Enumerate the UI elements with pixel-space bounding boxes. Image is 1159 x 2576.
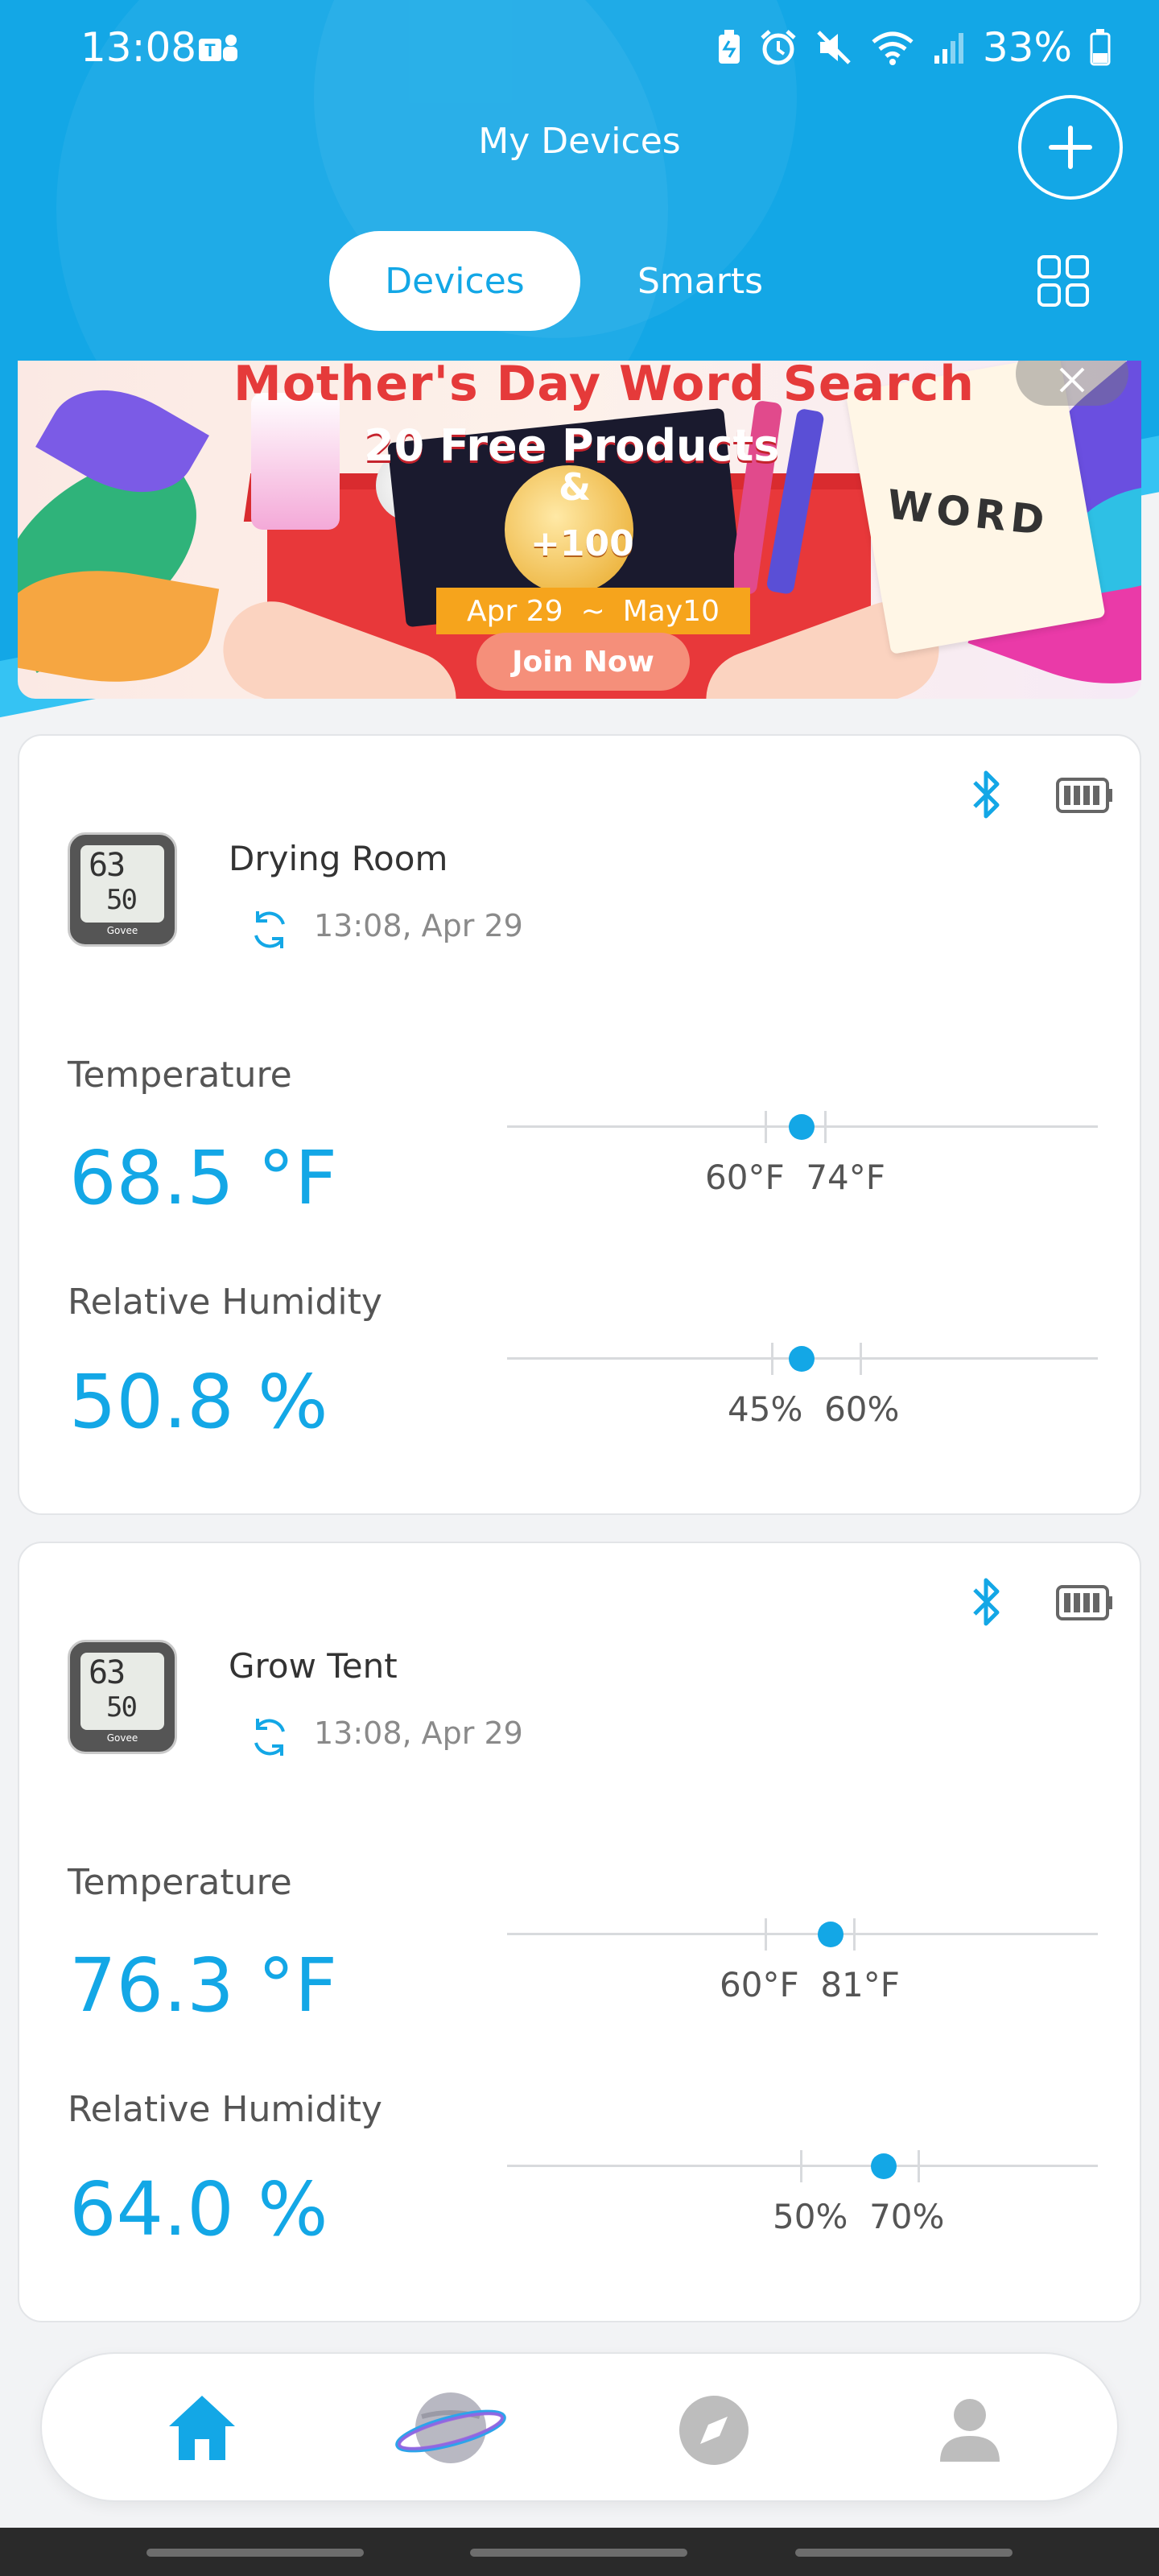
temperature-value: 68.5 °F	[69, 1135, 338, 1221]
banner-subtitle: 20 Free Products	[364, 420, 780, 471]
thermometer-display: 63 50	[80, 845, 164, 923]
profile-icon[interactable]	[932, 2391, 1008, 2467]
temperature-reading-dot	[789, 1114, 815, 1140]
battery-full-icon	[1056, 778, 1112, 813]
banner-ampersand: &	[559, 465, 592, 509]
temperature-low-tick	[765, 1918, 767, 1951]
alarm-icon	[761, 30, 796, 65]
join-now-button[interactable]: Join Now	[476, 633, 690, 691]
banner-close-button[interactable]	[1016, 361, 1128, 406]
humidity-high-tick	[860, 1343, 862, 1375]
temperature-high-tick	[824, 1111, 827, 1143]
temperature-range-labels: 60°F 74°F	[705, 1158, 885, 1197]
battery-percent: 33%	[982, 24, 1072, 71]
promo-banner[interactable]: WORD Mother's Day Word Search 20 Free Pr…	[18, 361, 1141, 699]
tab-devices[interactable]: Devices	[329, 231, 580, 331]
temperature-range-labels: 60°F 81°F	[720, 1965, 900, 2004]
last-updated: 13:08, Apr 29	[314, 1715, 523, 1751]
humidity-high-tick	[918, 2150, 920, 2182]
device-card[interactable]: 63 50 Govee Drying Room 13:08, Apr 29 Te…	[18, 734, 1141, 1515]
temperature-label: Temperature	[68, 1862, 292, 1903]
wifi-icon	[872, 31, 914, 65]
last-updated: 13:08, Apr 29	[314, 908, 523, 943]
banner-title: Mother's Day Word Search	[233, 361, 975, 412]
add-device-button[interactable]	[1018, 95, 1123, 200]
battery-saver-icon	[718, 30, 740, 64]
humidity-reading-dot	[789, 1346, 815, 1372]
home-icon[interactable]	[163, 2389, 241, 2468]
close-icon	[1059, 367, 1085, 393]
mute-icon	[817, 31, 851, 64]
gesture-handle[interactable]	[146, 2549, 364, 2557]
sync-icon[interactable]	[248, 908, 291, 952]
humidity-range-track	[507, 2165, 1098, 2167]
gesture-handle[interactable]	[795, 2549, 1013, 2557]
temperature-high-tick	[853, 1918, 856, 1951]
plus-icon	[1049, 126, 1092, 169]
temperature-label: Temperature	[68, 1055, 292, 1096]
sync-icon[interactable]	[248, 1715, 291, 1759]
device-name: Grow Tent	[229, 1646, 398, 1686]
brand-label: Govee	[106, 925, 138, 936]
temperature-value: 76.3 °F	[69, 1942, 338, 2029]
signal-icon	[934, 33, 963, 64]
humidity-low-tick	[800, 2150, 802, 2182]
lamp-product	[251, 393, 340, 530]
status-bar: 13:08 T 33%	[0, 0, 1159, 97]
temperature-reading-dot	[818, 1922, 843, 1947]
device-thumbnail: 63 50 Govee	[68, 1640, 177, 1754]
system-navigation-bar	[0, 2528, 1159, 2576]
humidity-value: 50.8 %	[69, 1359, 328, 1445]
humidity-range-labels: 45% 60%	[728, 1389, 900, 1429]
humidity-reading-dot	[871, 2153, 897, 2179]
thermometer-display: 63 50	[80, 1653, 164, 1730]
temperature-range-track	[507, 1933, 1098, 1935]
humidity-label: Relative Humidity	[68, 2089, 382, 2130]
gesture-handle[interactable]	[470, 2549, 687, 2557]
device-thumbnail: 63 50 Govee	[68, 832, 177, 947]
status-time: 13:08	[80, 24, 197, 71]
bottom-nav	[40, 2352, 1119, 2502]
battery-icon	[1090, 29, 1111, 66]
brand-label: Govee	[106, 1732, 138, 1744]
bluetooth-icon	[973, 770, 1000, 819]
device-name: Drying Room	[229, 839, 448, 878]
device-card[interactable]: 63 50 Govee Grow Tent 13:08, Apr 29 Temp…	[18, 1542, 1141, 2322]
banner-dates: Apr 29 ~ May10	[436, 588, 750, 634]
banner-bonus: +100	[530, 523, 634, 564]
humidity-range-labels: 50% 70%	[773, 2197, 945, 2236]
humidity-label: Relative Humidity	[68, 1282, 382, 1323]
bluetooth-icon	[973, 1578, 1000, 1626]
humidity-value: 64.0 %	[69, 2166, 328, 2252]
svg-text:T: T	[204, 40, 216, 60]
humidity-low-tick	[771, 1343, 773, 1375]
battery-full-icon	[1056, 1585, 1112, 1620]
teams-icon: T	[199, 35, 237, 61]
planet-icon[interactable]	[394, 2380, 507, 2476]
compass-icon[interactable]	[676, 2392, 752, 2468]
grid-icon[interactable]	[1037, 254, 1090, 308]
temperature-low-tick	[765, 1111, 767, 1143]
page-title: My Devices	[478, 121, 681, 162]
tab-smarts[interactable]: Smarts	[624, 231, 777, 331]
